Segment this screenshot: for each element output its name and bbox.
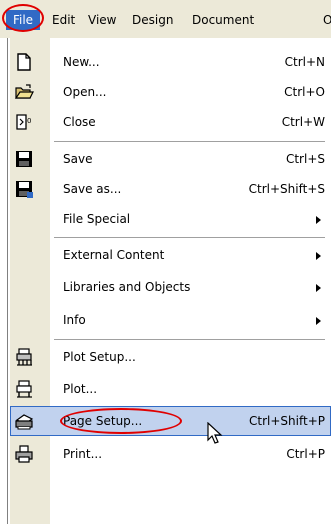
submenu-arrow-icon (316, 216, 321, 224)
menu-item-label: Plot Setup... (63, 350, 136, 364)
menu-item-shortcut: Ctrl+N (284, 55, 325, 69)
menu-item-info[interactable]: Info (10, 306, 331, 334)
menu-separator (54, 141, 325, 142)
annotation-circle-file (2, 4, 44, 32)
menu-item-print[interactable]: Print... Ctrl+P (10, 440, 331, 468)
menu-item-label: Open... (63, 85, 107, 99)
menu-item-file-special[interactable]: File Special (10, 205, 331, 233)
printer-icon (15, 445, 33, 463)
menu-item-external-content[interactable]: External Content (10, 241, 331, 269)
window-edge (0, 38, 8, 524)
menu-separator (54, 237, 325, 238)
menu-item-label: External Content (63, 248, 165, 262)
menu-item-shortcut: Ctrl+O (284, 85, 325, 99)
file-menu-dropdown: New... Ctrl+N Open... Ctrl+O 0 Close Ctr… (10, 38, 331, 524)
menu-item-label: New... (63, 55, 100, 69)
open-folder-icon (14, 84, 34, 99)
svg-text:0: 0 (27, 117, 31, 125)
submenu-arrow-icon (316, 252, 321, 260)
menu-item-label: Save as... (63, 182, 122, 196)
menu-design[interactable]: Design (132, 11, 173, 29)
menu-item-label: Save (63, 152, 93, 166)
menu-item-save-as[interactable]: Save as... Ctrl+Shift+S (10, 175, 331, 203)
menu-item-label: Close (63, 115, 96, 129)
plot-setup-icon (16, 348, 32, 366)
menu-item-shortcut: Ctrl+P (286, 447, 325, 461)
menu-item-shortcut: Ctrl+Shift+S (248, 182, 325, 196)
new-document-icon (17, 53, 31, 71)
menu-item-shortcut: Ctrl+W (281, 115, 325, 129)
menu-bar: File Edit View Design Document O (0, 0, 331, 38)
menu-options[interactable]: O (323, 11, 331, 29)
menu-item-label: Print... (63, 447, 103, 461)
submenu-arrow-icon (316, 284, 321, 292)
menu-item-label: Plot... (63, 382, 98, 396)
menu-edit[interactable]: Edit (52, 11, 75, 29)
menu-item-save[interactable]: Save Ctrl+S (10, 145, 331, 173)
page-setup-icon (15, 414, 34, 430)
menu-item-shortcut: Ctrl+S (285, 152, 325, 166)
save-as-disk-icon (16, 181, 33, 198)
menu-item-label: File Special (63, 212, 131, 226)
menu-item-label: Info (63, 313, 86, 327)
plotter-icon (16, 380, 32, 398)
submenu-arrow-icon (316, 317, 321, 325)
menu-item-libraries-and-objects[interactable]: Libraries and Objects (10, 273, 331, 301)
menu-separator (54, 339, 325, 340)
annotation-circle-page-setup (60, 408, 182, 434)
menu-view[interactable]: View (88, 11, 116, 29)
menu-document[interactable]: Document (192, 11, 254, 29)
menu-item-shortcut: Ctrl+Shift+P (249, 414, 325, 428)
menu-item-close[interactable]: 0 Close Ctrl+W (10, 108, 331, 136)
menu-item-plot-setup[interactable]: Plot Setup... (10, 343, 331, 371)
close-document-icon: 0 (16, 114, 31, 130)
menu-item-page-setup[interactable]: Page Setup... Ctrl+Shift+P (10, 406, 331, 444)
save-disk-icon (16, 151, 32, 167)
menu-item-plot[interactable]: Plot... (10, 375, 331, 403)
menu-item-open[interactable]: Open... Ctrl+O (10, 78, 331, 106)
menu-item-label: Libraries and Objects (63, 280, 191, 294)
menu-item-new[interactable]: New... Ctrl+N (10, 48, 331, 76)
